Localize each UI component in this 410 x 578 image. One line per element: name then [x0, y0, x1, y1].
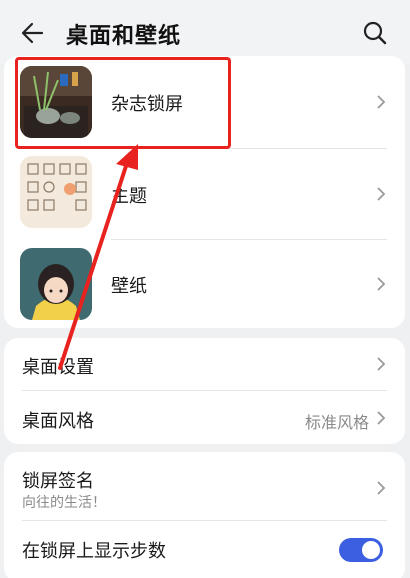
list-item-theme[interactable]: 主题: [4, 149, 405, 239]
show-steps-label: 在锁屏上显示步数: [22, 541, 166, 562]
chevron-right-icon: [377, 187, 386, 201]
theme-label: 主题: [111, 186, 147, 207]
chevron-right-icon: [377, 95, 386, 109]
chevron-right-icon: [377, 357, 386, 371]
list-item-wallpaper[interactable]: 壁纸: [4, 240, 405, 328]
toggle-knob: [362, 541, 380, 559]
list-item-desktop-settings[interactable]: 桌面设置: [4, 338, 405, 390]
search-icon[interactable]: [362, 20, 388, 46]
desktop-style-label: 桌面风格: [22, 411, 94, 432]
wallpaper-thumbnail: [20, 248, 92, 320]
list-item-lock-signature[interactable]: 锁屏签名 向往的生活！: [4, 452, 405, 520]
magazine-lock-thumbnail: [20, 66, 92, 138]
theme-thumbnail: [20, 156, 92, 228]
chevron-right-icon: [377, 277, 386, 291]
list-item-desktop-style[interactable]: 桌面风格 标准风格: [4, 391, 405, 444]
desktop-style-value: 标准风格: [304, 413, 369, 432]
lock-screen-card: 锁屏签名 向往的生活！ 在锁屏上显示步数: [4, 452, 405, 578]
app-header: 桌面和壁纸: [0, 0, 410, 64]
wallpaper-label: 壁纸: [111, 276, 147, 297]
page-title: 桌面和壁纸: [66, 24, 182, 49]
arrow-left-icon[interactable]: [20, 20, 46, 46]
chevron-right-icon: [377, 481, 386, 495]
desktop-card: 桌面设置 桌面风格 标准风格: [4, 338, 405, 444]
lock-signature-value: 向往的生活！: [22, 495, 106, 511]
list-item-show-steps: 在锁屏上显示步数: [4, 521, 405, 573]
lock-signature-label: 锁屏签名: [22, 471, 94, 492]
desktop-settings-label: 桌面设置: [22, 357, 94, 378]
personalization-card: 杂志锁屏 主题 壁纸: [4, 56, 405, 328]
chevron-right-icon: [377, 411, 386, 425]
show-steps-toggle[interactable]: [339, 538, 383, 562]
list-item-magazine-lock[interactable]: 杂志锁屏: [4, 56, 405, 148]
magazine-lock-label: 杂志锁屏: [111, 94, 183, 115]
